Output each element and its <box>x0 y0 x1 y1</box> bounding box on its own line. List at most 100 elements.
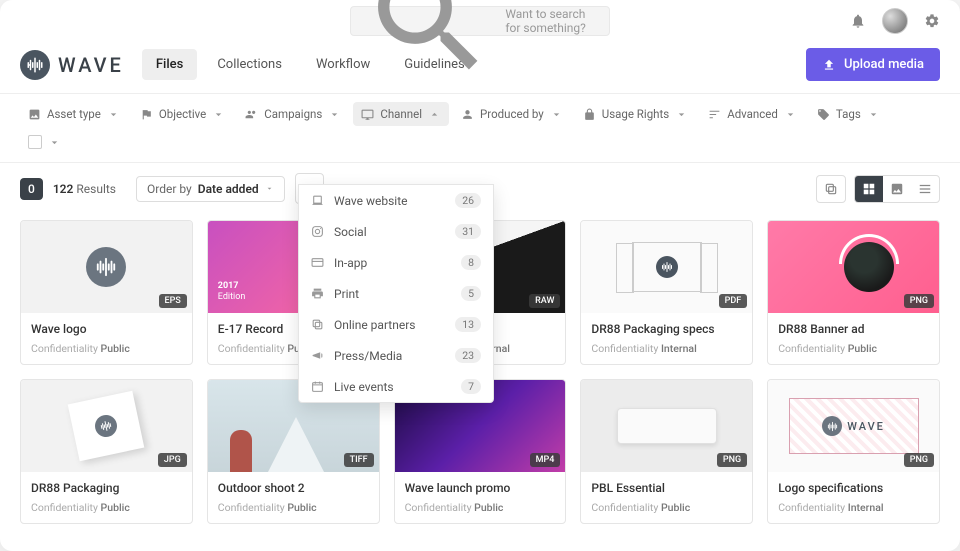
copy-icon <box>824 182 838 196</box>
search-placeholder: Want to search for something? <box>505 7 599 35</box>
people-icon <box>245 108 258 121</box>
logo-text: WAVE <box>58 53 124 77</box>
printer-icon <box>311 287 324 300</box>
filter-usage-rights[interactable]: Usage Rights <box>575 102 696 126</box>
search-icon <box>361 0 497 89</box>
filter-campaigns[interactable]: Campaigns <box>237 102 349 126</box>
thumbnail: EPS <box>21 221 192 313</box>
format-badge: JPG <box>158 453 187 467</box>
results-text: 122 Results <box>53 182 116 196</box>
chevron-down-icon <box>212 108 225 121</box>
format-badge: EPS <box>159 294 187 308</box>
tab-files[interactable]: Files <box>142 49 197 80</box>
chevron-down-icon <box>867 108 880 121</box>
format-badge: RAW <box>529 294 560 308</box>
thumbnail: PDF <box>581 221 752 313</box>
filter-objective[interactable]: Objective <box>132 102 233 126</box>
channel-option-social[interactable]: Social 31 <box>299 216 493 247</box>
card-icon <box>311 256 324 269</box>
copy-icon <box>311 318 324 331</box>
view-controls <box>816 175 940 203</box>
view-grid-button[interactable] <box>855 176 883 202</box>
chevron-down-icon <box>107 108 120 121</box>
thumbnail: WAVE PNG <box>768 380 939 472</box>
format-badge: PNG <box>904 294 934 308</box>
sliders-icon <box>708 108 721 121</box>
tab-collections[interactable]: Collections <box>203 49 296 80</box>
image-icon <box>890 182 904 196</box>
chevron-down-icon <box>675 108 688 121</box>
selected-count-badge[interactable]: 0 <box>20 178 43 200</box>
format-badge: PNG <box>717 453 747 467</box>
monitor-icon <box>361 108 374 121</box>
filter-advanced[interactable]: Advanced <box>700 102 805 126</box>
asset-card[interactable]: PNG DR88 Banner ad Confidentiality Publi… <box>767 220 940 365</box>
format-badge: PDF <box>719 294 748 308</box>
filter-asset-type[interactable]: Asset type <box>20 102 128 126</box>
megaphone-icon <box>311 349 324 362</box>
channel-option-partners[interactable]: Online partners 13 <box>299 309 493 340</box>
thumbnail: PNG <box>581 380 752 472</box>
view-large-button[interactable] <box>883 176 911 202</box>
tag-icon <box>817 108 830 121</box>
chevron-down-icon <box>784 108 797 121</box>
asset-card[interactable]: JPG DR88 Packaging Confidentiality Publi… <box>20 379 193 524</box>
top-icons <box>850 8 940 34</box>
chevron-down-icon <box>328 108 341 121</box>
color-swatch-icon <box>28 135 42 149</box>
list-icon <box>918 182 932 196</box>
bell-icon[interactable] <box>850 13 866 29</box>
asset-card[interactable]: WAVE PNG Logo specifications Confidentia… <box>767 379 940 524</box>
thumbnail: JPG <box>21 380 192 472</box>
channel-option-press[interactable]: Press/Media 23 <box>299 340 493 371</box>
grid-icon <box>862 182 876 196</box>
format-badge: PNG <box>904 453 934 467</box>
card-title: Wave logo <box>31 322 182 336</box>
filter-bar: Asset type Objective Campaigns Channel P… <box>0 93 960 163</box>
person-icon <box>461 108 474 121</box>
card-title: PBL Essential <box>591 481 742 495</box>
channel-option-print[interactable]: Print 5 <box>299 278 493 309</box>
upload-label: Upload media <box>844 57 924 72</box>
channel-option-inapp[interactable]: In-app 8 <box>299 247 493 278</box>
channel-option-website[interactable]: Wave website 26 <box>299 185 493 216</box>
lock-icon <box>583 108 596 121</box>
top-bar: Want to search for something? <box>0 0 960 42</box>
calendar-icon <box>311 380 324 393</box>
filter-channel[interactable]: Channel <box>353 102 449 126</box>
filter-tags[interactable]: Tags <box>809 102 888 126</box>
chevron-down-icon <box>550 108 563 121</box>
avatar[interactable] <box>882 8 908 34</box>
upload-icon <box>822 58 836 72</box>
channel-option-events[interactable]: Live events 7 <box>299 371 493 402</box>
thumbnail: PNG <box>768 221 939 313</box>
card-title: DR88 Banner ad <box>778 322 929 336</box>
format-badge: TIFF <box>344 453 374 467</box>
image-icon <box>28 108 41 121</box>
gear-icon[interactable] <box>924 13 940 29</box>
channel-dropdown: Wave website 26 Social 31 In-app 8 Print… <box>298 184 494 403</box>
asset-card[interactable]: PDF DR88 Packaging specs Confidentiality… <box>580 220 753 365</box>
card-title: Outdoor shoot 2 <box>218 481 369 495</box>
chevron-up-icon <box>428 108 441 121</box>
filter-produced-by[interactable]: Produced by <box>453 102 571 126</box>
asset-card[interactable]: EPS Wave logo Confidentiality Public <box>20 220 193 365</box>
card-title: DR88 Packaging <box>31 481 182 495</box>
upload-media-button[interactable]: Upload media <box>806 48 940 81</box>
app-window: Want to search for something? WAVE Files… <box>0 0 960 551</box>
chevron-down-icon <box>265 184 274 193</box>
card-title: Wave launch promo <box>405 481 556 495</box>
logo-mark-icon <box>20 50 50 80</box>
asset-card[interactable]: PNG PBL Essential Confidentiality Public <box>580 379 753 524</box>
search-input[interactable]: Want to search for something? <box>350 6 610 36</box>
chevron-down-icon <box>48 136 61 149</box>
flag-icon <box>140 108 153 121</box>
card-title: Logo specifications <box>778 481 929 495</box>
card-title: DR88 Packaging specs <box>591 322 742 336</box>
filter-color[interactable] <box>20 130 69 154</box>
view-list-button[interactable] <box>911 176 939 202</box>
logo[interactable]: WAVE <box>20 50 124 80</box>
order-by-selector[interactable]: Order by Date added <box>136 176 285 202</box>
instagram-icon <box>311 225 324 238</box>
copy-button[interactable] <box>817 176 845 202</box>
